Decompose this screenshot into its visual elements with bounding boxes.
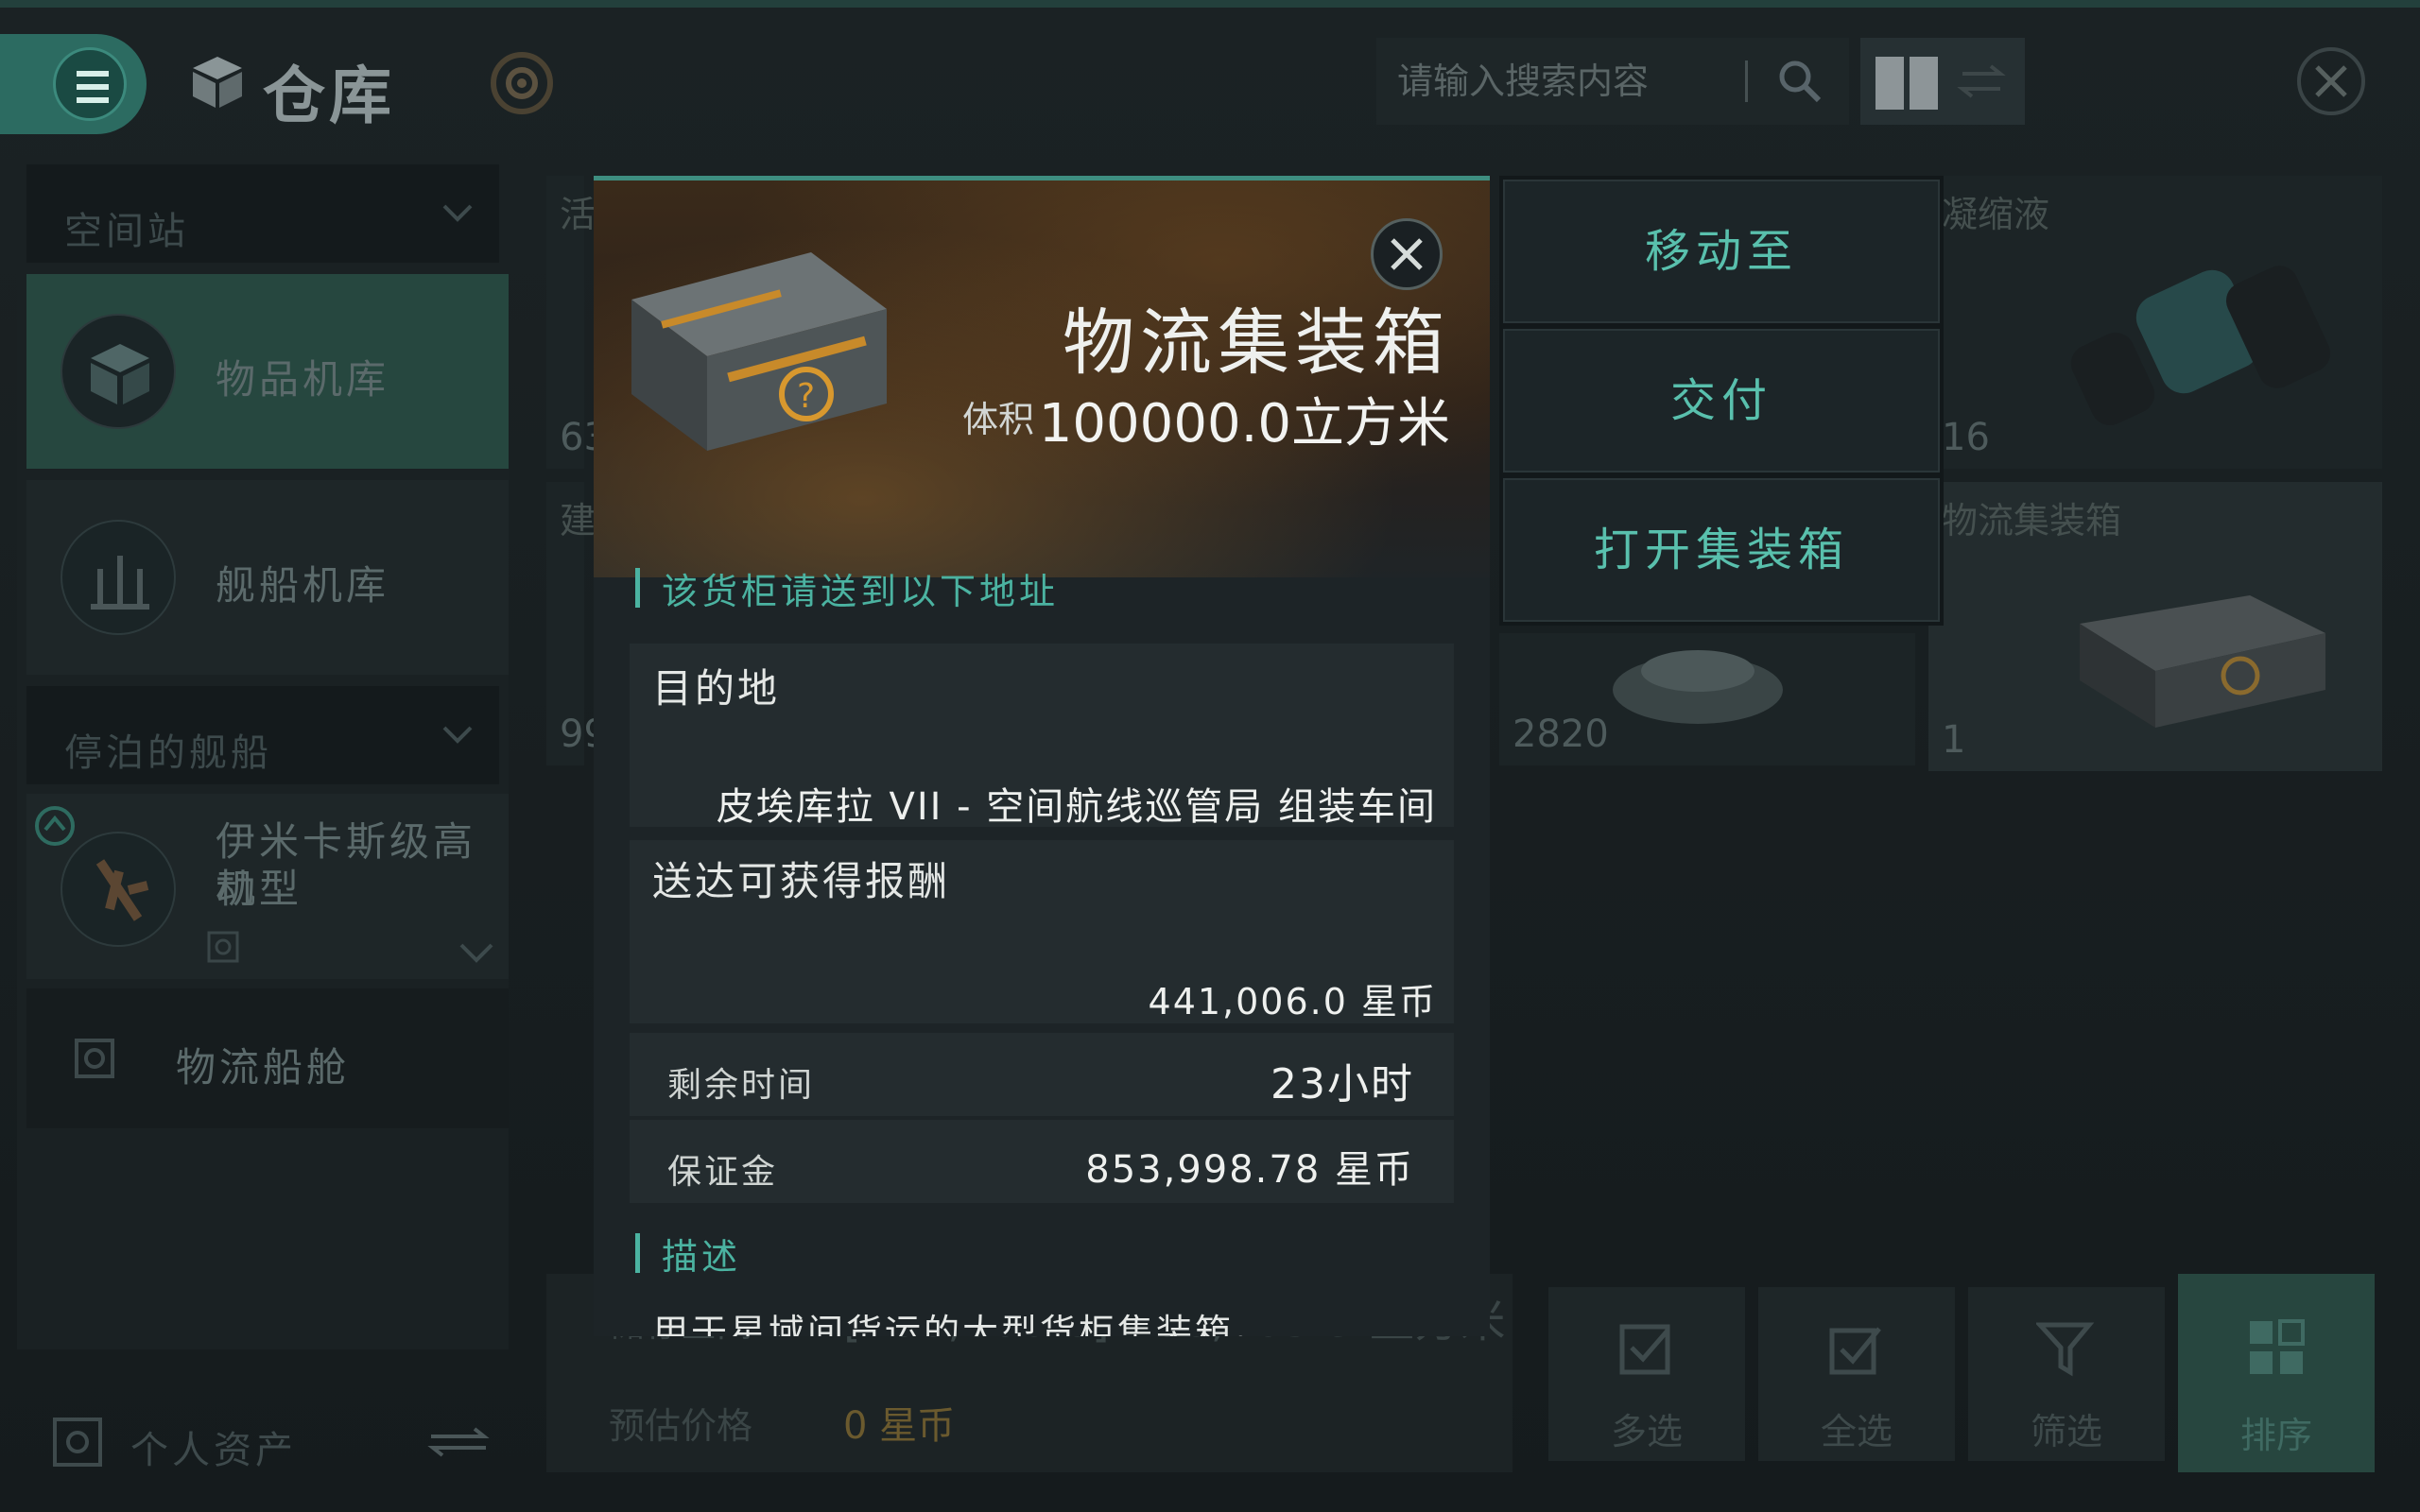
item-hangar-icon	[60, 314, 176, 429]
move-to-button[interactable]: 移动至	[1503, 180, 1940, 323]
select-all-button[interactable]: 全选	[1758, 1287, 1955, 1461]
sort-label: 排序	[2239, 1415, 2312, 1456]
destination-panel: 目的地 皮埃库拉 VII - 空间航线巡管局 组装车间	[630, 644, 1454, 829]
docked-ship-entry[interactable]: 伊米卡斯级高机 动型	[26, 794, 509, 979]
deposit-value: 853,998.78 星币	[1085, 1148, 1414, 1192]
docked-ships-dropdown[interactable]: 停泊的舰船	[26, 686, 499, 784]
ship-name-line2: 动型	[216, 866, 303, 912]
deposit-label: 保证金	[667, 1153, 779, 1192]
select-all-icon	[1829, 1327, 1881, 1375]
svg-text:?: ?	[797, 377, 815, 416]
item-tile-title: 建	[560, 500, 596, 541]
filter-label: 筛选	[2030, 1411, 2102, 1452]
open-container-label: 打开集装箱	[1593, 524, 1849, 576]
deposit-row: 保证金 853,998.78 星币	[630, 1120, 1454, 1203]
price-value: 0 星币	[843, 1404, 956, 1448]
item-image	[1613, 650, 1783, 724]
time-remaining-row: 剩余时间 23小时	[630, 1033, 1454, 1116]
open-container-button[interactable]: 打开集装箱	[1503, 478, 1940, 622]
description-text: 用于星域间货运的大型货柜集装箱。	[652, 1312, 1273, 1336]
cube-icon	[193, 57, 242, 108]
modal-close-button[interactable]	[1371, 218, 1443, 290]
filter-button[interactable]: 筛选	[1968, 1287, 2165, 1461]
sidebar-item-label: 舰船机库	[216, 562, 390, 609]
move-to-label: 移动至	[1644, 225, 1798, 278]
sidebar-item-item-hangar[interactable]: 物品机库	[26, 274, 509, 469]
search-box	[1376, 38, 1849, 125]
item-tile[interactable]: 凝缩液 16	[1928, 176, 2382, 469]
reward-label: 送达可获得报酬	[652, 858, 951, 904]
item-tile-count: 2820	[1512, 713, 1609, 756]
delivery-address-header: 该货柜请送到以下地址	[635, 562, 1059, 614]
personal-assets-button[interactable]: 个人资产	[17, 1391, 509, 1486]
cargo-hold-icon	[75, 1039, 114, 1078]
item-tile[interactable]: 建 99	[546, 482, 608, 765]
ship-hangar-icon	[60, 520, 176, 635]
chevron-down-icon	[442, 726, 473, 744]
chevron-down-icon	[442, 204, 473, 222]
hamburger-icon	[53, 47, 127, 121]
item-tile[interactable]: 2820	[1499, 633, 1915, 765]
deliver-label: 交付	[1669, 374, 1772, 427]
checkbox-icon	[1619, 1324, 1670, 1375]
close-icon[interactable]	[2293, 43, 2369, 119]
search-input[interactable]	[1397, 38, 1756, 125]
grid-view-icon	[1876, 57, 2006, 110]
deliver-button[interactable]: 交付	[1503, 329, 1940, 472]
swap-icon	[427, 1427, 490, 1457]
settings-gear-icon[interactable]	[484, 49, 560, 117]
description-header: 描述	[635, 1228, 741, 1280]
safe-icon	[53, 1418, 102, 1467]
personal-assets-label: 个人资产	[130, 1429, 297, 1472]
item-tile[interactable]: 物流集装箱 1	[1928, 482, 2382, 771]
container-crate-icon: ?	[631, 252, 887, 451]
sidebar-item-cargo-hold[interactable]: 物流船舱	[26, 988, 509, 1128]
volume-label: 体积	[962, 399, 1035, 440]
volume-value: 100000.0立方米	[1038, 393, 1450, 455]
menu-button[interactable]	[0, 34, 147, 134]
ship-thumbnail	[60, 832, 176, 947]
destination-value[interactable]: 皮埃库拉 VII - 空间航线巡管局 组装车间	[717, 776, 1437, 831]
sort-button[interactable]: 排序	[2178, 1274, 2375, 1472]
item-tile-count: 1	[1942, 718, 1966, 762]
view-toggle[interactable]	[1860, 38, 2025, 125]
time-remaining-label: 剩余时间	[667, 1066, 816, 1105]
multi-select-label: 多选	[1610, 1411, 1683, 1452]
condensate-item-image	[2070, 266, 2331, 425]
item-tile-title: 活	[560, 194, 596, 235]
ship-settings-icon	[207, 931, 239, 963]
time-remaining-value: 23小时	[1270, 1060, 1414, 1108]
search-divider	[1745, 60, 1748, 102]
reward-value: 441,006.0 星币	[1148, 981, 1437, 1022]
docked-header-label: 停泊的舰船	[64, 731, 272, 775]
reward-panel: 送达可获得报酬 441,006.0 星币	[630, 840, 1454, 1023]
item-tile-title: 凝缩液	[1942, 194, 2050, 235]
item-tile-count: 16	[1942, 416, 1990, 459]
sidebar-item-label: 物流船舱	[176, 1044, 351, 1091]
sidebar-item-ship-hangar[interactable]: 舰船机库	[26, 480, 509, 675]
price-label: 预估价格	[609, 1405, 753, 1447]
container-name: 物流集装箱	[1063, 301, 1450, 385]
container-item-image	[2080, 595, 2325, 728]
item-tile[interactable]: 活 63	[546, 176, 608, 469]
station-header-label: 空间站	[64, 210, 189, 253]
destination-label: 目的地	[652, 665, 781, 712]
sidebar: 空间站 物品机库 舰船机库 停泊的舰船 伊米卡斯级高机 动型 物流船舱	[17, 155, 509, 1349]
sidebar-item-label: 物品机库	[216, 356, 390, 403]
select-all-label: 全选	[1820, 1411, 1893, 1452]
container-action-menu: 移动至 交付 打开集装箱	[1499, 176, 1944, 626]
multi-select-button[interactable]: 多选	[1548, 1287, 1745, 1461]
top-accent-line	[0, 0, 2420, 8]
chevron-down-icon[interactable]	[459, 943, 493, 964]
sort-grid-icon	[2250, 1319, 2305, 1374]
item-tile-title: 物流集装箱	[1942, 500, 2122, 541]
page-title: 仓库	[263, 60, 395, 132]
close-icon	[1391, 238, 1423, 270]
filter-icon	[2036, 1322, 2095, 1377]
station-dropdown[interactable]: 空间站	[26, 164, 499, 263]
search-icon[interactable]	[1773, 55, 1826, 108]
container-detail-modal: ? 物流集装箱 体积 100000.0立方米 该货柜请送到以下地址 目的地 皮埃…	[594, 176, 1490, 1336]
